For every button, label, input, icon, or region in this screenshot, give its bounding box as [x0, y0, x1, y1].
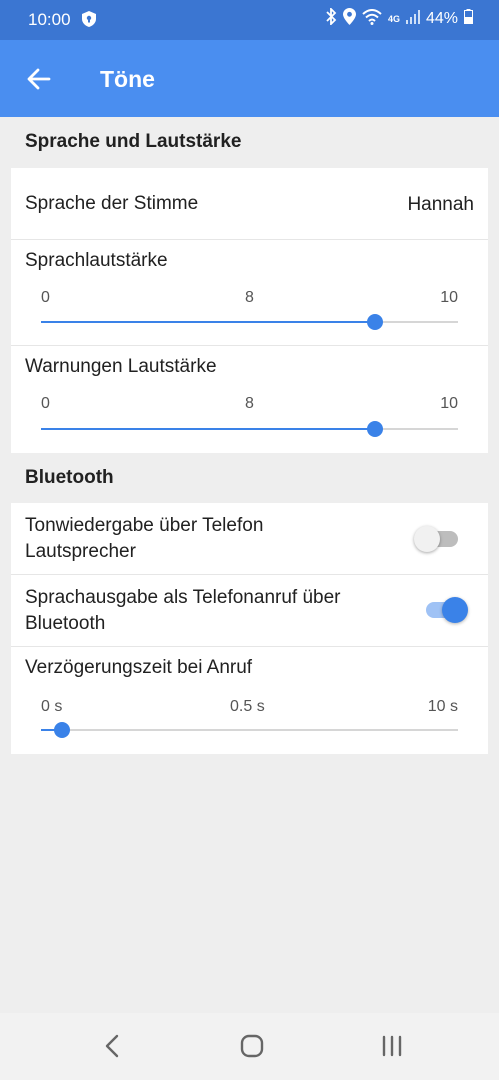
call-delay-thumb[interactable] [53, 722, 70, 738]
warning-volume-fill [41, 428, 375, 430]
call-output-line2: Bluetooth [25, 613, 106, 634]
warning-volume-thumb[interactable] [366, 421, 383, 437]
voice-setting-row[interactable]: Sprache der Stimme Hannah [11, 168, 488, 240]
network-type: 4G [387, 14, 400, 24]
back-nav-icon[interactable] [102, 1033, 122, 1064]
signal-icon [405, 9, 420, 29]
speech-settings-card: Sprache der Stimme Hannah Sprachlautstär… [11, 168, 488, 453]
bluetooth-settings-card: Tonwiedergabe über Telefon Lautsprecher … [11, 503, 488, 754]
recents-nav-icon[interactable] [380, 1033, 404, 1064]
phone-speaker-toggle[interactable] [414, 526, 460, 552]
status-bar: 10:00 4G 44% [0, 0, 499, 40]
toggle-knob [414, 526, 440, 552]
speech-volume-row: Sprachlautstärke 0 8 10 [11, 240, 488, 346]
battery-icon [464, 9, 473, 29]
home-nav-icon[interactable] [239, 1033, 265, 1064]
speech-volume-label: Sprachlautstärke [25, 250, 168, 271]
system-nav-bar [0, 1013, 499, 1080]
tick-min: 0 s [41, 698, 63, 715]
phone-speaker-line1: Tonwiedergabe über Telefon [25, 515, 264, 536]
section-title-speech: Sprache und Lautstärke [25, 131, 242, 152]
phone-speaker-line2: Lautsprecher [25, 541, 136, 562]
warning-volume-ticks: 0 8 10 [41, 395, 458, 415]
tick-mid: 8 [245, 395, 254, 412]
call-output-toggle[interactable] [422, 597, 468, 623]
section-title-bluetooth: Bluetooth [25, 467, 114, 488]
battery-level: 44% [425, 10, 458, 27]
phone-speaker-label: Tonwiedergabe über Telefon Lautsprecher [25, 513, 263, 565]
call-delay-row: Verzögerungszeit bei Anruf 0 s 0.5 s 10 … [11, 647, 488, 754]
warning-volume-slider[interactable] [41, 421, 458, 437]
call-delay-label: Verzögerungszeit bei Anruf [25, 657, 253, 678]
tick-mid: 0.5 s [230, 698, 265, 715]
speech-volume-fill [41, 321, 375, 323]
location-icon [342, 8, 356, 30]
toggle-knob [442, 597, 468, 623]
speech-volume-thumb[interactable] [366, 314, 383, 330]
voice-label: Sprache der Stimme [25, 193, 199, 214]
tick-min: 0 [41, 289, 50, 306]
voice-value: Hannah [407, 194, 474, 215]
warning-volume-label: Warnungen Lautstärke [25, 356, 217, 377]
tick-mid: 8 [245, 289, 254, 306]
warning-volume-row: Warnungen Lautstärke 0 8 10 [11, 346, 488, 453]
tick-min: 0 [41, 395, 50, 412]
app-bar: Töne [0, 40, 499, 117]
tick-max: 10 s [427, 698, 458, 715]
speech-volume-slider[interactable] [41, 314, 458, 330]
page-title: Töne [100, 66, 155, 92]
call-delay-slider[interactable] [41, 722, 458, 738]
call-output-label: Sprachausgabe als Telefonanruf über Blue… [25, 585, 341, 637]
bluetooth-icon [325, 6, 337, 30]
status-icons: 4G 44% [325, 6, 473, 30]
call-delay-ticks: 0 s 0.5 s 10 s [41, 698, 458, 718]
tick-max: 10 [440, 289, 458, 306]
status-time: 10:00 [28, 10, 71, 29]
call-output-line1: Sprachausgabe als Telefonanruf über [25, 587, 341, 608]
phone-speaker-row[interactable]: Tonwiedergabe über Telefon Lautsprecher [11, 503, 488, 575]
call-output-row[interactable]: Sprachausgabe als Telefonanruf über Blue… [11, 575, 488, 647]
arrow-left-icon[interactable] [24, 64, 54, 94]
shield-icon [82, 11, 96, 32]
speech-volume-ticks: 0 8 10 [41, 289, 458, 309]
tick-max: 10 [440, 395, 458, 412]
wifi-icon [362, 8, 382, 30]
